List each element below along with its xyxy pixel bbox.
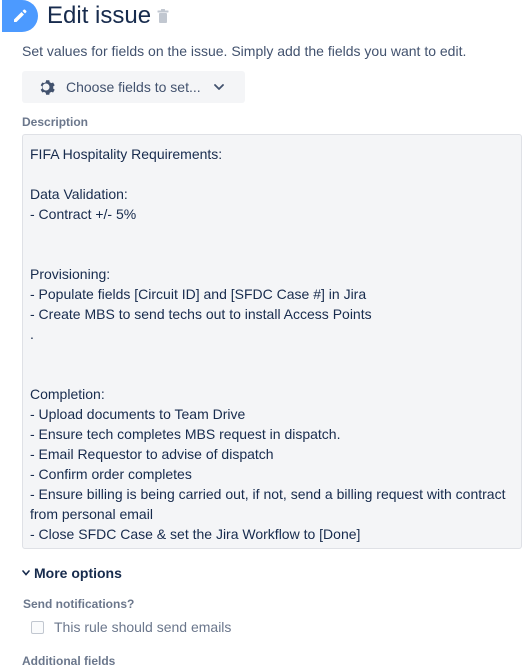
send-emails-option[interactable]: This rule should send emails <box>31 619 231 635</box>
choose-fields-label: Choose fields to set... <box>66 79 201 95</box>
send-emails-checkbox[interactable] <box>31 620 44 634</box>
chevron-down-icon <box>213 84 224 90</box>
subtitle: Set values for fields on the issue. Simp… <box>22 43 467 59</box>
chevron-down-icon <box>22 570 30 576</box>
description-label: Description <box>22 115 89 129</box>
additional-fields-label: Additional fields <box>22 654 116 668</box>
edit-issue-panel: Edit issue Set values for fields on the … <box>0 0 526 671</box>
send-notifications-label: Send notifications? <box>23 597 135 611</box>
more-options-toggle[interactable]: More options <box>22 565 122 581</box>
trash-icon[interactable] <box>157 9 169 23</box>
gear-icon <box>40 80 55 95</box>
description-textarea[interactable]: FIFA Hospitality Requirements: Data Vali… <box>22 134 522 549</box>
choose-fields-button[interactable]: Choose fields to set... <box>22 71 245 103</box>
page-title: Edit issue <box>47 2 152 29</box>
header: Edit issue <box>0 0 526 32</box>
pencil-icon <box>2 0 38 32</box>
send-emails-label: This rule should send emails <box>54 619 232 635</box>
more-options-label: More options <box>34 565 122 581</box>
